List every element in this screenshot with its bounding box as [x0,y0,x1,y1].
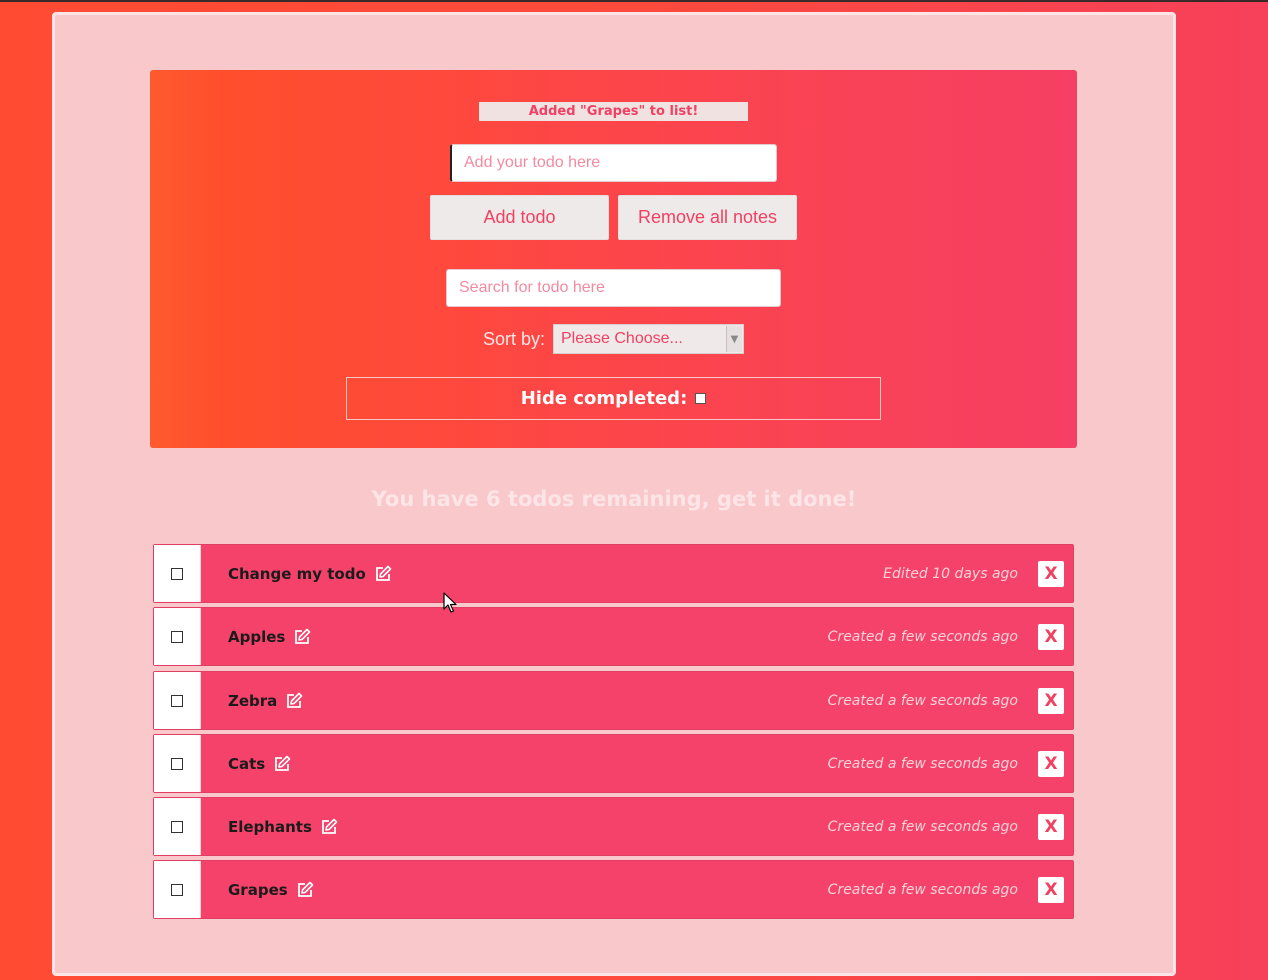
todo-row: Change my todo Edited 10 days ago X [153,544,1074,603]
search-input[interactable] [446,269,781,307]
delete-todo-button[interactable]: X [1038,750,1064,777]
todo-text: Zebra [228,691,278,710]
todo-checkbox-cell [154,735,201,792]
sort-select[interactable]: Please Choose... ▼ [553,324,744,354]
todo-checkbox-cell [154,545,201,602]
todo-checkbox[interactable] [171,820,183,833]
todo-checkbox[interactable] [171,630,183,643]
mouse-pointer-icon [443,592,457,613]
todo-row: Cats Created a few seconds ago X [153,734,1074,793]
todo-checkbox[interactable] [171,694,183,707]
todo-text: Elephants [228,817,312,836]
delete-todo-button[interactable]: X [1038,813,1064,840]
todo-checkbox-cell [154,608,201,665]
top-border [0,0,1268,2]
hide-completed-box: Hide completed: [346,377,881,420]
edit-icon[interactable] [273,755,291,773]
todo-row: Grapes Created a few seconds ago X [153,860,1074,919]
edit-icon[interactable] [285,692,303,710]
todo-text: Change my todo [228,564,366,583]
todo-timestamp: Created a few seconds ago [827,818,1018,835]
edit-icon[interactable] [320,818,338,836]
todo-text: Cats [228,754,266,773]
todo-checkbox-cell [154,672,201,729]
todo-text: Apples [228,627,286,646]
todo-checkbox-cell [154,861,201,918]
remove-all-button[interactable]: Remove all notes [618,195,797,240]
edit-icon[interactable] [374,565,392,583]
todo-timestamp: Edited 10 days ago [883,565,1018,582]
hide-completed-label: Hide completed: [520,388,688,409]
sort-selected-value: Please Choose... [561,330,683,347]
todo-checkbox[interactable] [171,883,183,896]
todo-timestamp: Created a few seconds ago [827,755,1018,772]
todo-checkbox[interactable] [171,567,183,580]
add-todo-button[interactable]: Add todo [430,195,609,240]
todo-checkbox-cell [154,798,201,855]
todo-row: Apples Created a few seconds ago X [153,607,1074,666]
delete-todo-button[interactable]: X [1038,876,1064,903]
todo-text: Grapes [228,880,288,899]
chevron-down-icon[interactable]: ▼ [726,326,742,352]
edit-icon[interactable] [293,628,311,646]
todo-checkbox[interactable] [171,757,183,770]
delete-todo-button[interactable]: X [1038,687,1064,714]
delete-todo-button[interactable]: X [1038,623,1064,650]
todo-timestamp: Created a few seconds ago [827,692,1018,709]
todo-row: Elephants Created a few seconds ago X [153,797,1074,856]
flash-message: Added "Grapes" to list! [479,102,748,121]
hide-completed-checkbox[interactable] [695,393,707,404]
edit-icon[interactable] [296,881,314,899]
delete-todo-button[interactable]: X [1038,560,1064,587]
todo-timestamp: Created a few seconds ago [827,881,1018,898]
add-todo-input[interactable] [450,144,777,182]
todo-row: Zebra Created a few seconds ago X [153,671,1074,730]
remaining-count-text: You have 6 todos remaining, get it done! [371,487,857,511]
todo-timestamp: Created a few seconds ago [827,628,1018,645]
sort-label: Sort by: [483,329,546,349]
